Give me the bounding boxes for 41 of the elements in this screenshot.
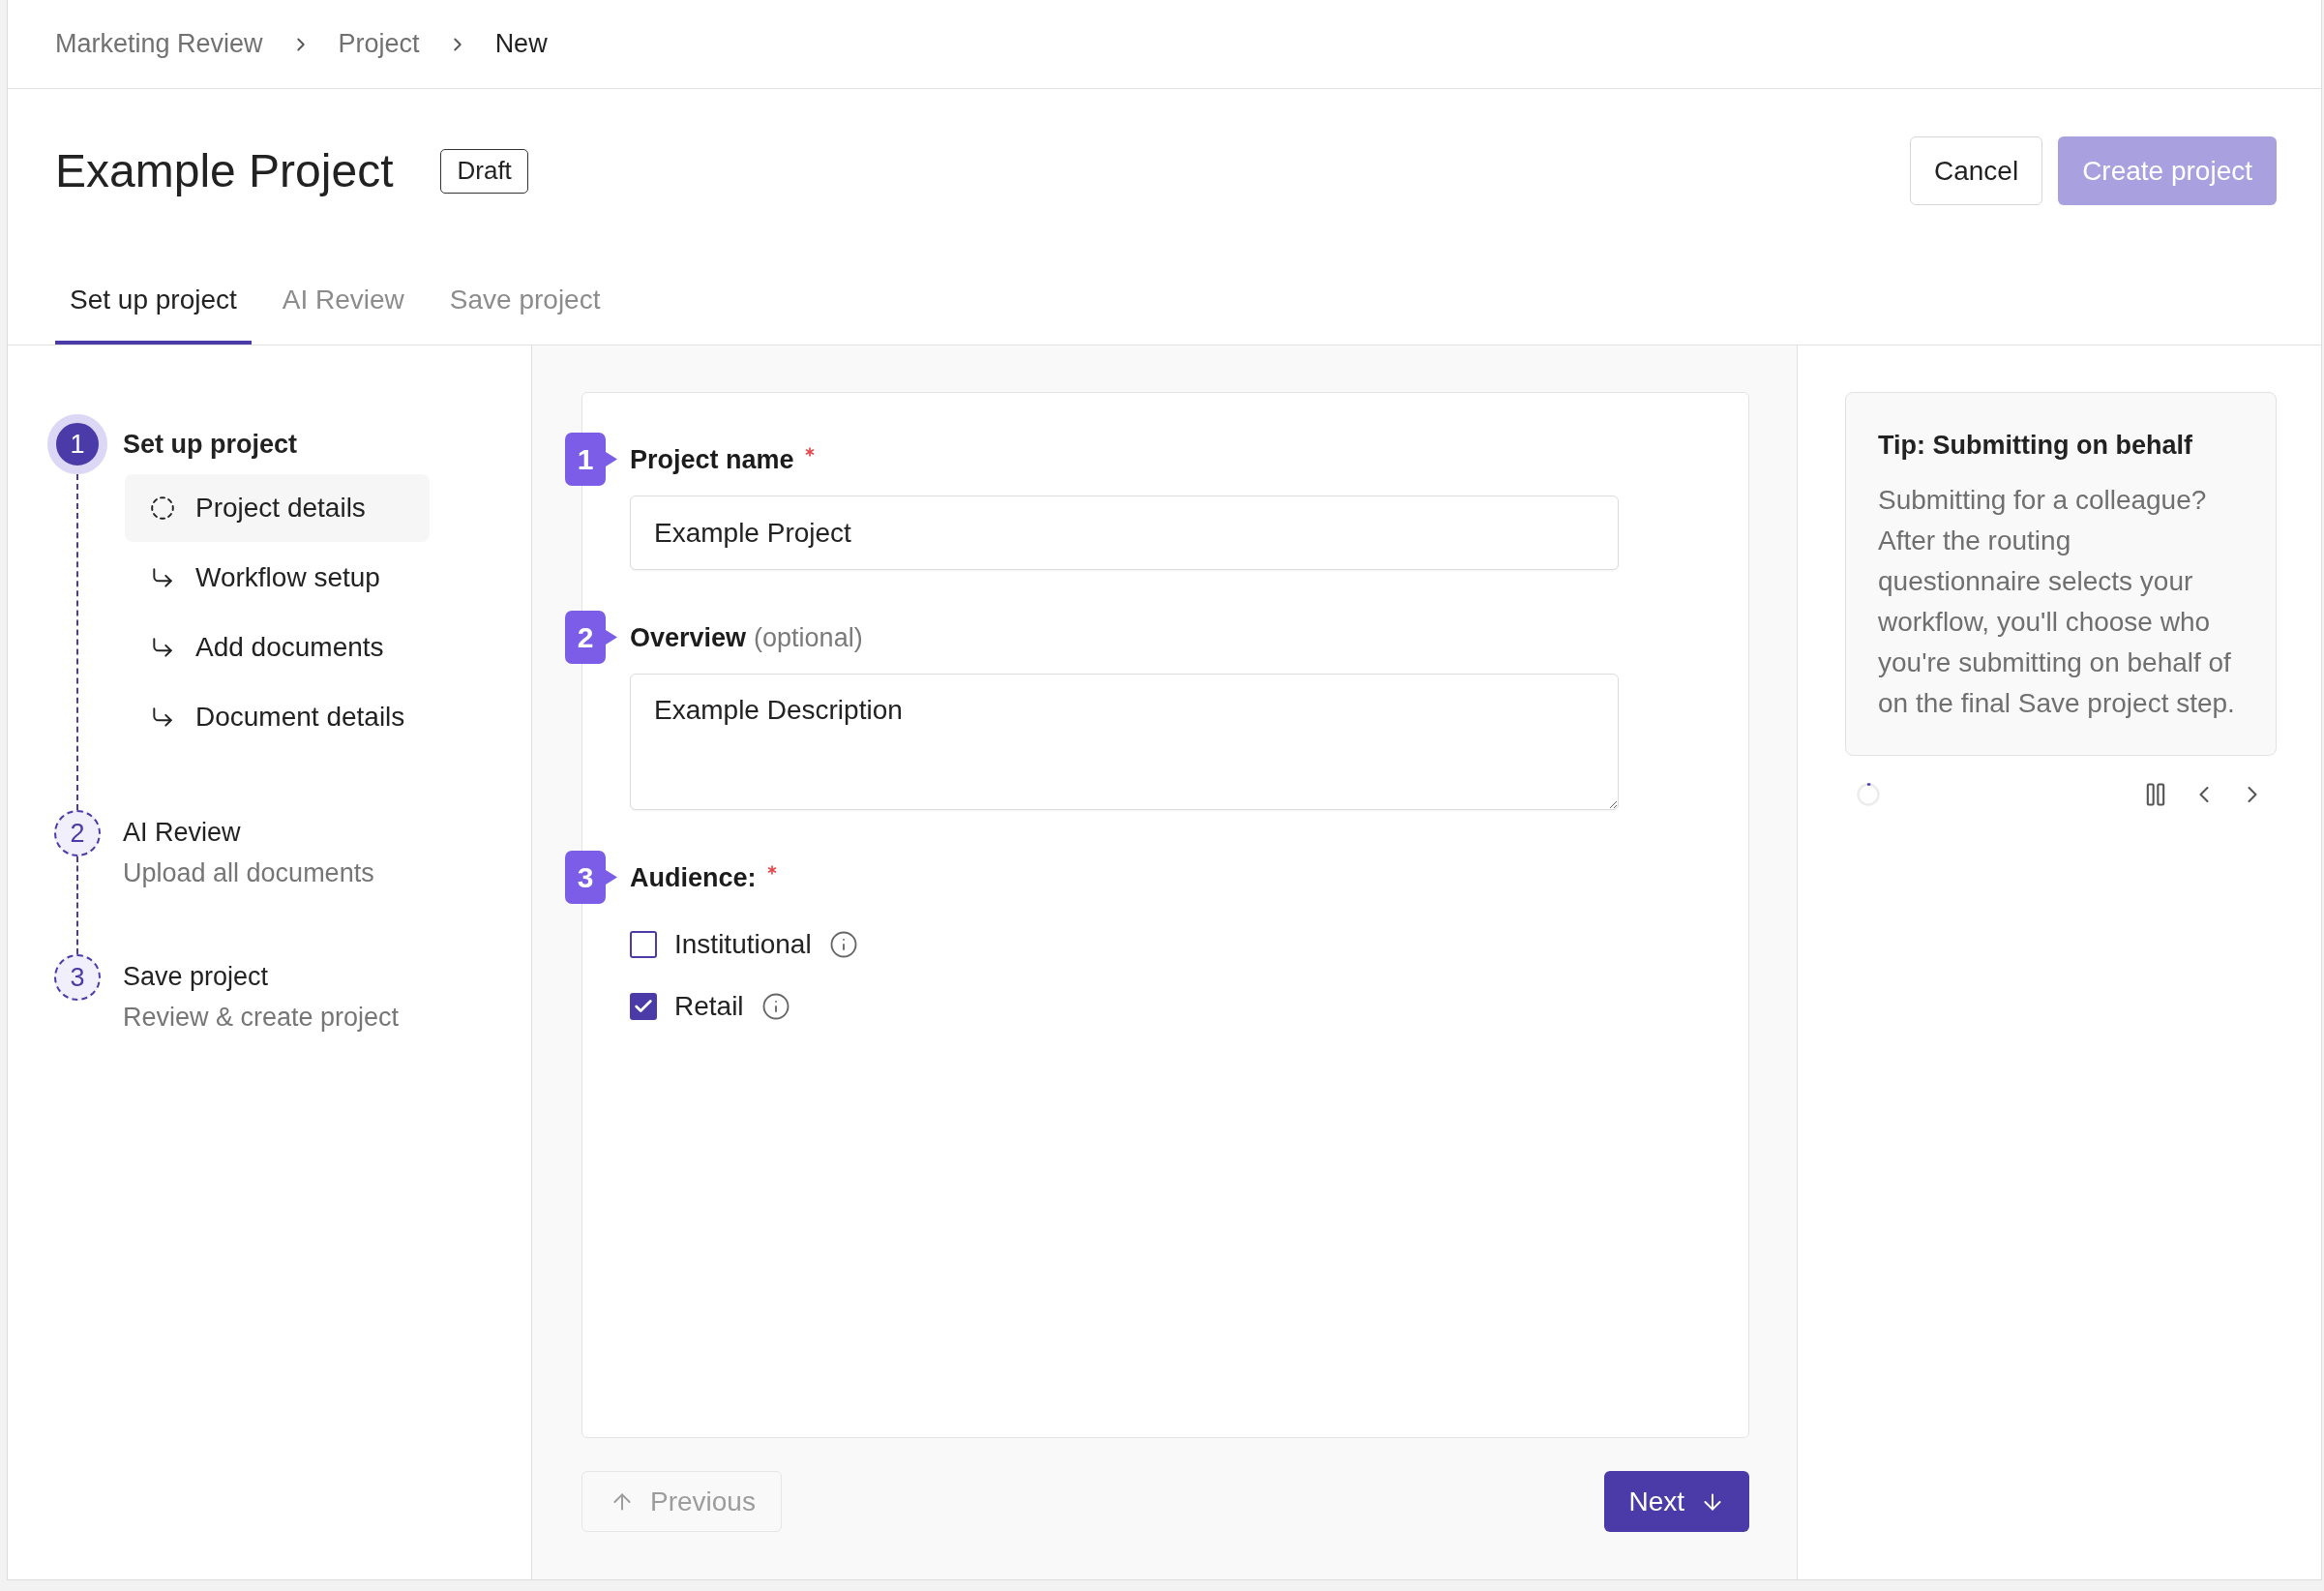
info-icon[interactable] [760, 992, 790, 1021]
field-label: Overview [630, 622, 747, 653]
step-indicator: 3 [54, 954, 101, 1001]
substep-item[interactable]: Workflow setup [125, 544, 430, 612]
breadcrumb-link[interactable]: Project [338, 29, 420, 59]
info-icon[interactable] [828, 930, 858, 959]
text-input[interactable]: Example Project [630, 495, 1619, 570]
checkbox-label[interactable]: Retail [674, 991, 744, 1022]
step-indicator: 2 [54, 810, 101, 856]
text-area[interactable]: Example Description [630, 674, 1619, 810]
step-subtitle: Review & create project [123, 1002, 400, 1034]
corner-arrow-icon [150, 635, 175, 660]
cancel-button[interactable]: Cancel [1909, 136, 2043, 205]
checkbox[interactable] [630, 993, 657, 1020]
substep-item[interactable]: Project details [125, 474, 430, 542]
step-title: AI Review [123, 817, 242, 849]
breadcrumb-link[interactable]: Marketing Review [55, 29, 263, 59]
step-subtitle: Upload all documents [123, 857, 374, 889]
field-label: Audience: [630, 862, 757, 893]
number-badge: 3 [565, 851, 617, 904]
step-indicator: 1 [47, 414, 107, 474]
checkbox[interactable] [630, 931, 657, 958]
substep-item[interactable]: Document details [125, 683, 430, 751]
step-title: Save project [123, 961, 270, 993]
substep-item[interactable]: Add documents [125, 614, 430, 681]
status-badge: Draft [440, 148, 528, 194]
tip-text: Submitting for a colleague? After the routing questionnaire selects your workflow, you'll choose who you're submitting on behalf of on the final Save project step. [1878, 484, 2236, 720]
breadcrumb-link[interactable]: New [494, 29, 548, 59]
field-hint: (optional) [754, 622, 863, 653]
timer-ring-icon [1857, 783, 1880, 806]
tip-title: Tip: Submitting on behalf [1878, 430, 2193, 462]
corner-arrow-icon [150, 705, 175, 730]
number-badge: 2 [565, 611, 617, 664]
dashed-circle-icon [150, 495, 175, 521]
field-label: Project name [630, 444, 794, 475]
page-title: Example Project [55, 144, 394, 198]
step-title: Set up project [123, 429, 299, 461]
number-badge: 1 [565, 433, 617, 486]
checkbox-label[interactable]: Institutional [674, 929, 812, 960]
corner-arrow-icon [150, 565, 175, 590]
next-button[interactable]: Next [1604, 1471, 1749, 1532]
